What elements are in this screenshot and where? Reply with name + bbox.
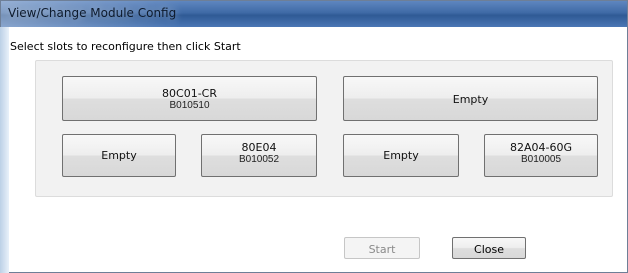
slot-button-bottom-4[interactable]: 82A04-60G B010005 (484, 134, 598, 177)
slot-module-name: 80E04 (241, 141, 277, 154)
slot-button-bottom-1[interactable]: Empty (62, 134, 176, 177)
window-title: View/Change Module Config (8, 6, 177, 20)
slot-serial: B010005 (520, 154, 562, 165)
slot-module-name: Empty (101, 149, 137, 162)
slot-button-bottom-3[interactable]: Empty (343, 134, 459, 177)
slot-module-name: Empty (452, 93, 489, 106)
instruction-text: Select slots to reconfigure then click S… (10, 40, 241, 53)
slot-button-top-right[interactable]: Empty (343, 76, 598, 121)
window-left-edge (0, 27, 9, 273)
title-bar[interactable]: View/Change Module Config (1, 1, 627, 27)
start-button[interactable]: Start (344, 237, 420, 259)
slot-serial: B010510 (169, 100, 210, 111)
slot-module-name: Empty (383, 149, 419, 162)
slot-button-top-left[interactable]: 80C01-CR B010510 (62, 76, 317, 121)
slot-serial: B010052 (238, 154, 280, 165)
slot-module-name: 80C01-CR (162, 87, 217, 100)
slot-button-bottom-2[interactable]: 80E04 B010052 (201, 134, 317, 177)
close-button[interactable]: Close (452, 237, 526, 259)
slot-module-name: 82A04-60G (509, 141, 572, 154)
